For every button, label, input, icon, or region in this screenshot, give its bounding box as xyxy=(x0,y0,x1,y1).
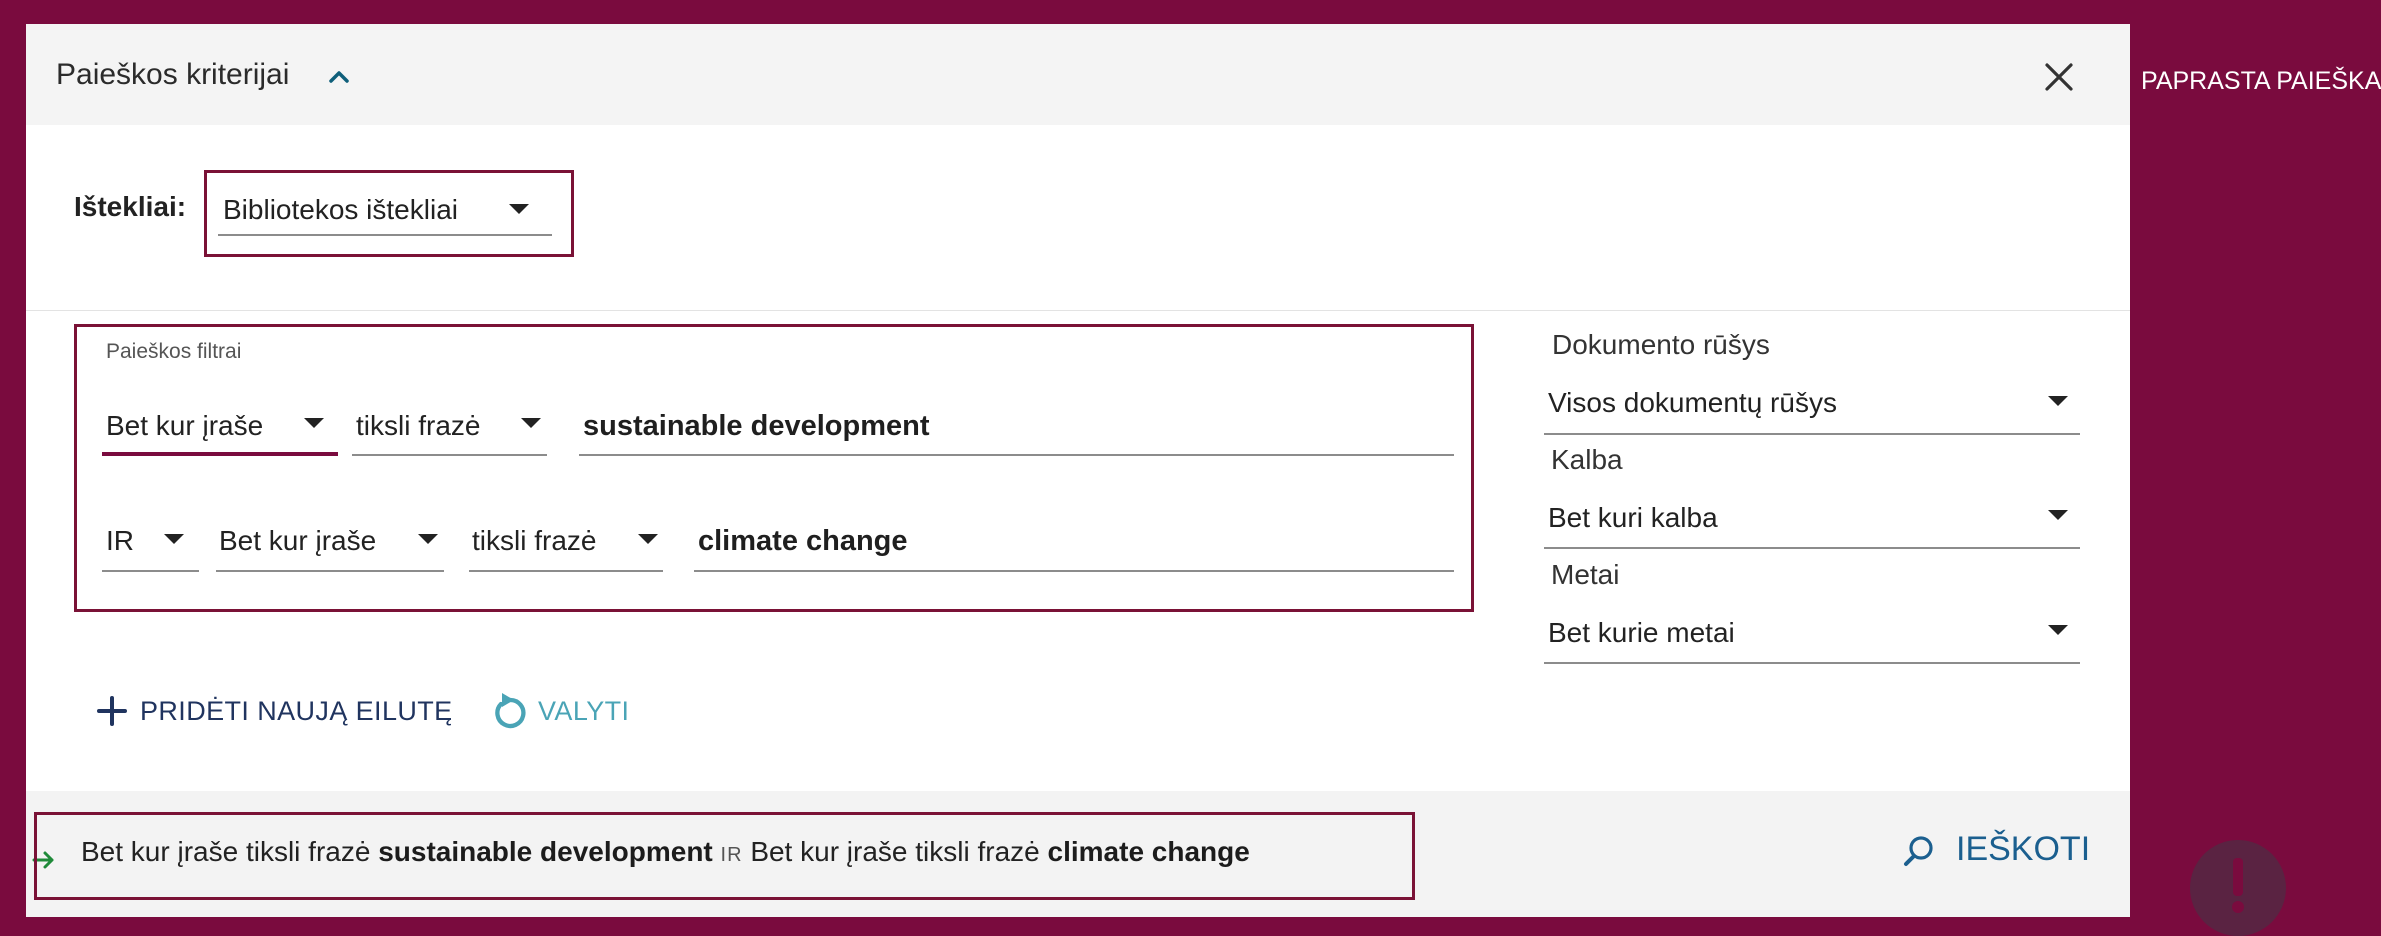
search-button[interactable]: IEŠKOTI xyxy=(1956,830,2090,869)
close-icon[interactable] xyxy=(2041,59,2077,95)
filters-highlight-box xyxy=(74,324,1474,612)
document-types-underline xyxy=(1544,433,2080,435)
alert-icon xyxy=(2190,840,2286,936)
document-types-select[interactable]: Visos dokumentų rūšys xyxy=(1548,387,1837,419)
panel-title: Paieškos kriterijai xyxy=(56,58,290,91)
search-icon[interactable] xyxy=(1901,833,1937,869)
document-types-dropdown-icon[interactable] xyxy=(2048,396,2068,406)
year-underline xyxy=(1544,662,2080,664)
simple-search-link[interactable]: PAPRASTA PAIEŠKA xyxy=(2141,67,2381,96)
document-types-label: Dokumento rūšys xyxy=(1552,329,1770,360)
year-label: Metai xyxy=(1551,559,1620,590)
language-dropdown-icon[interactable] xyxy=(2048,510,2068,520)
chevron-up-icon[interactable] xyxy=(326,64,352,90)
language-select[interactable]: Bet kuri kalba xyxy=(1548,502,1718,534)
resources-highlight-box xyxy=(204,170,574,257)
language-underline xyxy=(1544,547,2080,549)
plus-icon[interactable] xyxy=(96,695,128,727)
year-dropdown-icon[interactable] xyxy=(2048,625,2068,635)
summary-highlight-box xyxy=(34,812,1415,900)
panel-header: Paieškos kriterijai xyxy=(26,24,2130,125)
add-row-button[interactable]: PRIDĖTI NAUJĄ EILUTĘ xyxy=(140,696,453,727)
section-divider xyxy=(26,310,2130,311)
language-label: Kalba xyxy=(1551,444,1623,475)
clear-button[interactable]: VALYTI xyxy=(538,696,629,727)
reset-icon[interactable] xyxy=(490,688,530,732)
year-select[interactable]: Bet kurie metai xyxy=(1548,617,1735,649)
resources-label: Ištekliai: xyxy=(74,191,187,222)
